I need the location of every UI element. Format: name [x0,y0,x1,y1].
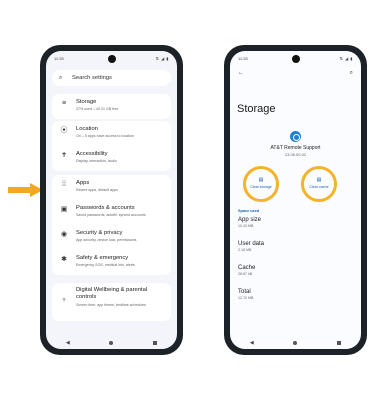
item-title: Accessibility [76,151,108,157]
storage-screen: 11:35 ⇅ ◢ ▮ ← ⌕ Storage AT&T Remote Supp… [230,51,361,349]
item-subtitle: Saved passwords, autofill, synced accoun… [76,213,146,217]
right-phone: 11:35 ⇅ ◢ ▮ ← ⌕ Storage AT&T Remote Supp… [224,45,367,355]
page-title: Storage [237,103,276,115]
item-subtitle: Recent apps, default apps [76,188,118,192]
settings-item-wellbeing[interactable]: ♆ Digital Wellbeing & parental controls … [52,283,171,321]
item-subtitle: Screen time, app timers, bedtime schedul… [76,303,146,307]
nav-back-button[interactable]: ◀ [250,340,254,346]
row-value: 10.43 MB [238,224,254,228]
back-arrow-icon[interactable]: ← [238,70,244,76]
settings-group-1: ≡ Storage 37% used – 40.31 GB free [52,94,171,119]
item-title: Apps [76,180,90,186]
item-title: Security & privacy [76,230,123,236]
accessibility-icon: ✝ [61,152,67,159]
location-icon: ⦿ [60,127,68,134]
status-time: 11:35 [54,56,64,61]
search-placeholder: Search settings [72,75,112,81]
apps-icon: ⁞⁞ [62,181,66,188]
item-title: Safety & emergency [76,255,129,261]
storage-icon: ≡ [61,100,67,107]
row-value: 28.67 kB [238,272,253,276]
space-used-heading: Space used [238,209,260,213]
settings-screen: 11:35 ⇅ ◢ ▮ ⌕ Search settings ≡ Storage … [46,51,177,349]
item-subtitle: Display, interaction, audio [76,159,117,163]
settings-item-security[interactable]: ◉ Security & privacy App security, devic… [52,225,171,250]
navigation-bar: ◀ [46,337,177,349]
row-value: 12.70 MB [238,296,254,300]
recents-icon[interactable] [337,341,342,345]
status-icons: ⇅ ◢ ▮ [339,56,353,61]
app-version: 23.06.00.02 [284,152,307,157]
clear-cache-icon: ▤ [316,177,322,183]
status-icons: ⇅ ◢ ▮ [155,56,169,61]
row-value: 2.18 MB [238,248,252,252]
search-icon: ⌕ [59,75,63,81]
wellbeing-icon: ♆ [61,297,67,304]
search-settings-input[interactable]: ⌕ Search settings [52,70,171,86]
left-phone: 11:35 ⇅ ◢ ▮ ⌕ Search settings ≡ Storage … [40,45,183,355]
clear-storage-label: Clear storage [250,185,272,189]
row-title: User data [238,241,265,247]
storage-row-cache: Cache 28.67 kB [238,265,255,276]
settings-item-safety[interactable]: ✱ Safety & emergency Emergency SOS, medi… [52,250,171,275]
home-icon[interactable] [293,341,298,345]
row-title: Total [238,289,251,295]
app-name: AT&T Remote Support [270,145,321,151]
settings-item-accessibility[interactable]: ✝ Accessibility Display, interaction, au… [52,146,171,171]
settings-item-location[interactable]: ⦿ Location On – 5 apps have access to lo… [52,121,171,146]
storage-row-app-size: App size 10.43 MB [238,217,261,228]
row-title: Cache [238,265,256,271]
item-subtitle: On – 5 apps have access to location [76,134,134,138]
settings-item-apps[interactable]: ⁞⁞ Apps Recent apps, default apps [52,175,171,200]
security-icon: ◉ [60,231,68,238]
item-title: Digital Wellbeing & parental controls [76,287,148,300]
item-title: Storage [76,99,97,105]
item-title: Location [76,126,98,132]
storage-row-total: Total 12.70 MB [238,289,253,300]
settings-item-storage[interactable]: ≡ Storage 37% used – 40.31 GB free [52,94,171,119]
clear-storage-icon: ▤ [258,177,264,183]
clear-cache-button[interactable]: ▤ Clear cache [301,166,337,202]
nav-back-button[interactable]: ◀ [66,340,70,346]
remote-support-icon [290,131,301,142]
clear-cache-label: Clear cache [309,185,329,189]
item-subtitle: 37% used – 40.31 GB free [76,107,119,111]
status-time: 11:35 [238,56,248,61]
settings-group-4: ♆ Digital Wellbeing & parental controls … [52,283,171,321]
settings-group-3: ⁞⁞ Apps Recent apps, default apps ▣ Pass… [52,175,171,275]
clear-storage-button[interactable]: ▤ Clear storage [243,166,279,202]
home-icon[interactable] [109,341,114,345]
camera-hole [107,55,116,63]
camera-hole [291,55,300,63]
navigation-bar: ◀ [230,337,361,349]
item-title: Passwords & accounts [76,205,135,211]
settings-item-passwords[interactable]: ▣ Passwords & accounts Saved passwords, … [52,200,171,225]
row-title: App size [238,217,262,223]
storage-row-user-data: User data 2.18 MB [238,241,264,252]
settings-group-2: ⦿ Location On – 5 apps have access to lo… [52,121,171,171]
item-subtitle: App security, device lock, permissions [76,238,137,242]
item-subtitle: Emergency SOS, medical info, alerts [76,263,135,267]
pointer-arrow-icon [8,183,43,197]
password-icon: ▣ [60,206,68,213]
search-icon[interactable]: ⌕ [350,70,353,77]
recents-icon[interactable] [153,341,158,345]
emergency-icon: ✱ [61,256,67,263]
